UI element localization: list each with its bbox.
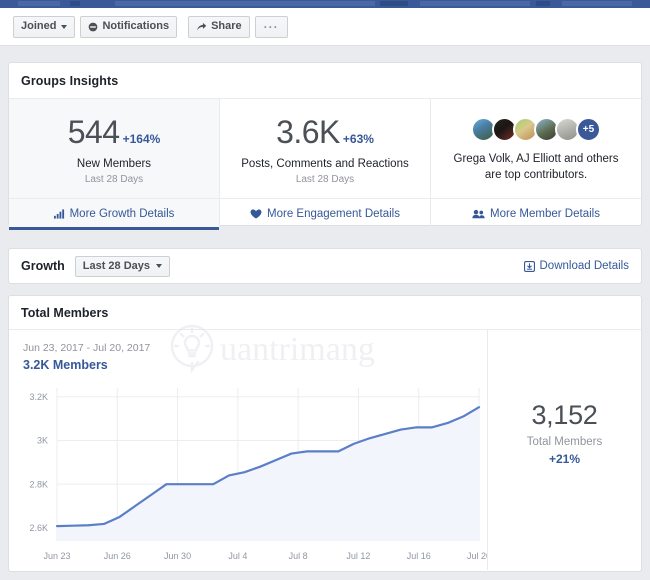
chart-member-summary: 3.2K Members: [23, 358, 108, 372]
insight-card-new-members[interactable]: 544 +164% New Members Last 28 Days More …: [9, 99, 220, 230]
insight-card-engagement[interactable]: 3.6K +63% Posts, Comments and Reactions …: [220, 99, 431, 229]
top-contributor-avatars: +5: [471, 117, 601, 143]
total-members-title: Total Members: [9, 296, 641, 330]
share-button-label: Share: [211, 20, 242, 32]
growth-label: Growth: [21, 259, 65, 273]
engagement-delta: +63%: [342, 132, 374, 147]
total-members-sublabel: Total Members: [526, 436, 603, 448]
new-members-stat: 544 +164%: [68, 116, 161, 148]
engagement-label: Posts, Comments and Reactions: [241, 158, 409, 171]
groups-insights-title: Groups Insights: [9, 63, 641, 99]
svg-text:Jul 4: Jul 4: [228, 551, 247, 561]
chart-date-range: Jun 23, 2017 - Jul 20, 2017: [23, 342, 151, 354]
top-contributors-text: Grega Volk, AJ Elliott and others are to…: [453, 153, 619, 181]
svg-text:2.8K: 2.8K: [29, 479, 48, 489]
chart-pane: Jun 23, 2017 - Jul 20, 2017 3.2K Members…: [9, 330, 487, 570]
new-members-delta: +164%: [122, 132, 161, 147]
total-members-summary-pane: 3,152 Total Members +21%: [487, 330, 641, 570]
avatar-overflow-count[interactable]: +5: [576, 117, 601, 143]
facebook-navbar-strip: [0, 0, 650, 8]
svg-text:2.6K: 2.6K: [29, 523, 48, 533]
more-engagement-details-link[interactable]: More Engagement Details: [220, 198, 430, 229]
svg-text:Jul 20: Jul 20: [467, 551, 487, 561]
svg-text:Jul 8: Jul 8: [289, 551, 308, 561]
svg-text:Jul 12: Jul 12: [346, 551, 370, 561]
download-icon: [523, 260, 535, 272]
more-member-details-label: More Member Details: [490, 208, 600, 220]
notifications-bell-icon: [88, 22, 98, 32]
svg-text:3.2K: 3.2K: [29, 392, 48, 402]
joined-button[interactable]: Joined: [13, 15, 76, 38]
insight-card-members[interactable]: +5 Grega Volk, AJ Elliott and others are…: [431, 99, 641, 229]
engagement-sublabel: Last 28 Days: [295, 173, 355, 185]
more-growth-details-label: More Growth Details: [69, 208, 175, 220]
engagement-value: 3.6K: [276, 114, 340, 151]
growth-range-selected-value: Last 28 Days: [82, 260, 151, 272]
more-options-button[interactable]: ···: [254, 15, 288, 38]
group-action-bar: Joined Notifications Share ···: [0, 8, 650, 46]
total-members-delta: +21%: [548, 452, 581, 466]
new-members-sublabel: Last 28 Days: [84, 173, 144, 185]
download-details-label: Download Details: [539, 260, 630, 272]
new-members-label: New Members: [76, 158, 152, 171]
insight-body-new-members: 544 +164% New Members Last 28 Days: [9, 99, 219, 198]
share-button[interactable]: Share: [188, 15, 250, 38]
notifications-button[interactable]: Notifications: [80, 15, 178, 38]
svg-text:Jun 26: Jun 26: [104, 551, 131, 561]
joined-button-label: Joined: [21, 20, 57, 32]
insight-body-members: +5 Grega Volk, AJ Elliott and others are…: [431, 99, 641, 198]
notifications-button-label: Notifications: [102, 20, 170, 32]
svg-text:3K: 3K: [37, 436, 48, 446]
people-icon: [472, 209, 485, 219]
growth-range-select[interactable]: Last 28 Days: [74, 255, 171, 277]
more-engagement-details-label: More Engagement Details: [267, 208, 400, 220]
new-members-value: 544: [67, 114, 120, 151]
more-growth-details-link[interactable]: More Growth Details: [9, 198, 219, 230]
total-members-value: 3,152: [531, 400, 598, 430]
growth-filter-bar: Growth Last 28 Days Download Details: [8, 248, 642, 284]
chevron-down-icon: [156, 264, 163, 268]
chart-svg: 2.6K 2.8K 3K 3.2K Jun 23 Jun 26 Jun 30 Jul 4 Jul…: [29, 388, 487, 561]
total-members-body: Jun 23, 2017 - Jul 20, 2017 3.2K Members…: [9, 330, 641, 570]
chevron-down-icon: [61, 24, 68, 29]
engagement-stat: 3.6K +63%: [276, 116, 374, 148]
download-details-link[interactable]: Download Details: [523, 260, 630, 272]
svg-text:Jun 23: Jun 23: [43, 551, 70, 561]
insight-body-engagement: 3.6K +63% Posts, Comments and Reactions …: [220, 99, 430, 198]
total-members-chart[interactable]: 2.6K 2.8K 3K 3.2K Jun 23 Jun 26 Jun 30 Jul 4 Jul…: [9, 382, 487, 567]
svg-text:Jun 30: Jun 30: [164, 551, 191, 561]
ellipsis-icon: ···: [263, 19, 279, 34]
bar-chart-icon: [53, 209, 65, 219]
insights-row: 544 +164% New Members Last 28 Days More …: [9, 99, 641, 230]
groups-insights-card: Groups Insights 544 +164% New Members La…: [8, 62, 642, 230]
total-members-card: Total Members Jun 23, 2017 - Jul 20, 201…: [8, 295, 642, 572]
svg-text:Jul 16: Jul 16: [407, 551, 431, 561]
more-member-details-link[interactable]: More Member Details: [431, 198, 641, 229]
heart-icon: [250, 209, 262, 219]
share-arrow-icon: [196, 22, 207, 32]
